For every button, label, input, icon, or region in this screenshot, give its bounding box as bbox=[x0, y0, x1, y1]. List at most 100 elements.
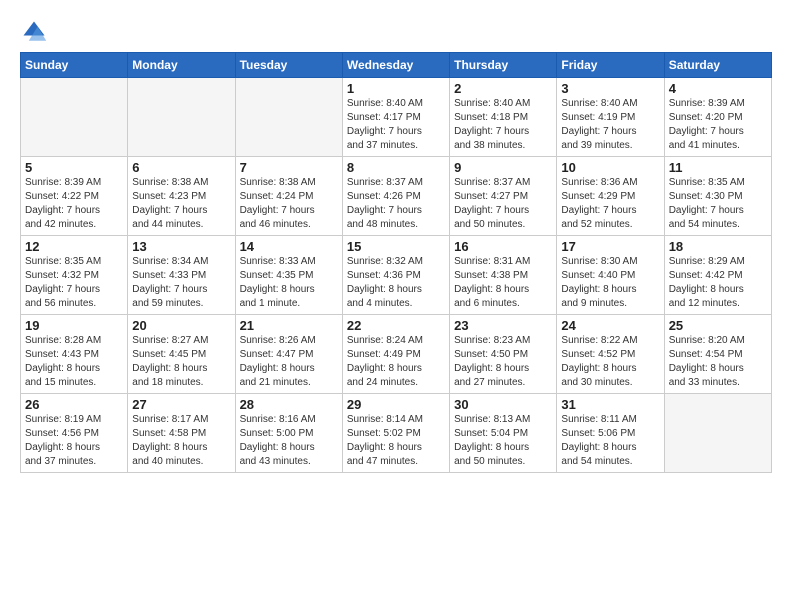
day-detail: Sunrise: 8:20 AM Sunset: 4:54 PM Dayligh… bbox=[669, 334, 767, 390]
calendar-week-row: 1Sunrise: 8:40 AM Sunset: 4:17 PM Daylig… bbox=[21, 78, 772, 157]
day-number: 20 bbox=[132, 318, 230, 333]
weekday-header-monday: Monday bbox=[128, 53, 235, 78]
day-detail: Sunrise: 8:26 AM Sunset: 4:47 PM Dayligh… bbox=[240, 334, 338, 390]
day-detail: Sunrise: 8:38 AM Sunset: 4:23 PM Dayligh… bbox=[132, 176, 230, 232]
weekday-header-thursday: Thursday bbox=[450, 53, 557, 78]
table-row: 5Sunrise: 8:39 AM Sunset: 4:22 PM Daylig… bbox=[21, 157, 128, 236]
day-number: 18 bbox=[669, 239, 767, 254]
day-number: 7 bbox=[240, 160, 338, 175]
table-row: 1Sunrise: 8:40 AM Sunset: 4:17 PM Daylig… bbox=[342, 78, 449, 157]
calendar-week-row: 19Sunrise: 8:28 AM Sunset: 4:43 PM Dayli… bbox=[21, 315, 772, 394]
table-row: 20Sunrise: 8:27 AM Sunset: 4:45 PM Dayli… bbox=[128, 315, 235, 394]
table-row: 13Sunrise: 8:34 AM Sunset: 4:33 PM Dayli… bbox=[128, 236, 235, 315]
day-detail: Sunrise: 8:22 AM Sunset: 4:52 PM Dayligh… bbox=[561, 334, 659, 390]
table-row: 11Sunrise: 8:35 AM Sunset: 4:30 PM Dayli… bbox=[664, 157, 771, 236]
table-row: 30Sunrise: 8:13 AM Sunset: 5:04 PM Dayli… bbox=[450, 394, 557, 473]
table-row bbox=[21, 78, 128, 157]
table-row: 28Sunrise: 8:16 AM Sunset: 5:00 PM Dayli… bbox=[235, 394, 342, 473]
day-detail: Sunrise: 8:23 AM Sunset: 4:50 PM Dayligh… bbox=[454, 334, 552, 390]
day-detail: Sunrise: 8:35 AM Sunset: 4:30 PM Dayligh… bbox=[669, 176, 767, 232]
table-row: 2Sunrise: 8:40 AM Sunset: 4:18 PM Daylig… bbox=[450, 78, 557, 157]
table-row: 22Sunrise: 8:24 AM Sunset: 4:49 PM Dayli… bbox=[342, 315, 449, 394]
day-number: 28 bbox=[240, 397, 338, 412]
table-row: 27Sunrise: 8:17 AM Sunset: 4:58 PM Dayli… bbox=[128, 394, 235, 473]
day-detail: Sunrise: 8:30 AM Sunset: 4:40 PM Dayligh… bbox=[561, 255, 659, 311]
table-row: 21Sunrise: 8:26 AM Sunset: 4:47 PM Dayli… bbox=[235, 315, 342, 394]
table-row: 26Sunrise: 8:19 AM Sunset: 4:56 PM Dayli… bbox=[21, 394, 128, 473]
table-row: 3Sunrise: 8:40 AM Sunset: 4:19 PM Daylig… bbox=[557, 78, 664, 157]
day-number: 25 bbox=[669, 318, 767, 333]
day-detail: Sunrise: 8:29 AM Sunset: 4:42 PM Dayligh… bbox=[669, 255, 767, 311]
weekday-header-sunday: Sunday bbox=[21, 53, 128, 78]
day-number: 8 bbox=[347, 160, 445, 175]
day-number: 13 bbox=[132, 239, 230, 254]
day-detail: Sunrise: 8:13 AM Sunset: 5:04 PM Dayligh… bbox=[454, 413, 552, 469]
day-number: 5 bbox=[25, 160, 123, 175]
calendar-table: SundayMondayTuesdayWednesdayThursdayFrid… bbox=[20, 52, 772, 473]
day-number: 12 bbox=[25, 239, 123, 254]
table-row: 15Sunrise: 8:32 AM Sunset: 4:36 PM Dayli… bbox=[342, 236, 449, 315]
day-detail: Sunrise: 8:14 AM Sunset: 5:02 PM Dayligh… bbox=[347, 413, 445, 469]
table-row: 9Sunrise: 8:37 AM Sunset: 4:27 PM Daylig… bbox=[450, 157, 557, 236]
day-number: 22 bbox=[347, 318, 445, 333]
table-row: 31Sunrise: 8:11 AM Sunset: 5:06 PM Dayli… bbox=[557, 394, 664, 473]
table-row: 25Sunrise: 8:20 AM Sunset: 4:54 PM Dayli… bbox=[664, 315, 771, 394]
day-detail: Sunrise: 8:39 AM Sunset: 4:22 PM Dayligh… bbox=[25, 176, 123, 232]
table-row: 24Sunrise: 8:22 AM Sunset: 4:52 PM Dayli… bbox=[557, 315, 664, 394]
day-number: 1 bbox=[347, 81, 445, 96]
day-detail: Sunrise: 8:40 AM Sunset: 4:18 PM Dayligh… bbox=[454, 97, 552, 153]
table-row: 14Sunrise: 8:33 AM Sunset: 4:35 PM Dayli… bbox=[235, 236, 342, 315]
day-detail: Sunrise: 8:34 AM Sunset: 4:33 PM Dayligh… bbox=[132, 255, 230, 311]
table-row: 17Sunrise: 8:30 AM Sunset: 4:40 PM Dayli… bbox=[557, 236, 664, 315]
day-number: 16 bbox=[454, 239, 552, 254]
day-detail: Sunrise: 8:19 AM Sunset: 4:56 PM Dayligh… bbox=[25, 413, 123, 469]
day-detail: Sunrise: 8:39 AM Sunset: 4:20 PM Dayligh… bbox=[669, 97, 767, 153]
day-detail: Sunrise: 8:32 AM Sunset: 4:36 PM Dayligh… bbox=[347, 255, 445, 311]
day-number: 3 bbox=[561, 81, 659, 96]
weekday-header-wednesday: Wednesday bbox=[342, 53, 449, 78]
table-row: 29Sunrise: 8:14 AM Sunset: 5:02 PM Dayli… bbox=[342, 394, 449, 473]
day-detail: Sunrise: 8:35 AM Sunset: 4:32 PM Dayligh… bbox=[25, 255, 123, 311]
day-number: 29 bbox=[347, 397, 445, 412]
day-number: 10 bbox=[561, 160, 659, 175]
day-number: 24 bbox=[561, 318, 659, 333]
day-number: 2 bbox=[454, 81, 552, 96]
table-row: 4Sunrise: 8:39 AM Sunset: 4:20 PM Daylig… bbox=[664, 78, 771, 157]
day-number: 27 bbox=[132, 397, 230, 412]
day-number: 15 bbox=[347, 239, 445, 254]
day-number: 21 bbox=[240, 318, 338, 333]
logo-icon bbox=[20, 18, 48, 46]
day-number: 30 bbox=[454, 397, 552, 412]
table-row: 6Sunrise: 8:38 AM Sunset: 4:23 PM Daylig… bbox=[128, 157, 235, 236]
day-detail: Sunrise: 8:17 AM Sunset: 4:58 PM Dayligh… bbox=[132, 413, 230, 469]
table-row: 16Sunrise: 8:31 AM Sunset: 4:38 PM Dayli… bbox=[450, 236, 557, 315]
calendar-week-row: 12Sunrise: 8:35 AM Sunset: 4:32 PM Dayli… bbox=[21, 236, 772, 315]
day-detail: Sunrise: 8:36 AM Sunset: 4:29 PM Dayligh… bbox=[561, 176, 659, 232]
day-detail: Sunrise: 8:24 AM Sunset: 4:49 PM Dayligh… bbox=[347, 334, 445, 390]
table-row bbox=[128, 78, 235, 157]
weekday-header-friday: Friday bbox=[557, 53, 664, 78]
calendar-week-row: 26Sunrise: 8:19 AM Sunset: 4:56 PM Dayli… bbox=[21, 394, 772, 473]
day-detail: Sunrise: 8:28 AM Sunset: 4:43 PM Dayligh… bbox=[25, 334, 123, 390]
table-row: 23Sunrise: 8:23 AM Sunset: 4:50 PM Dayli… bbox=[450, 315, 557, 394]
table-row: 18Sunrise: 8:29 AM Sunset: 4:42 PM Dayli… bbox=[664, 236, 771, 315]
day-detail: Sunrise: 8:33 AM Sunset: 4:35 PM Dayligh… bbox=[240, 255, 338, 311]
day-number: 19 bbox=[25, 318, 123, 333]
weekday-header-saturday: Saturday bbox=[664, 53, 771, 78]
day-detail: Sunrise: 8:37 AM Sunset: 4:27 PM Dayligh… bbox=[454, 176, 552, 232]
day-number: 11 bbox=[669, 160, 767, 175]
day-number: 9 bbox=[454, 160, 552, 175]
table-row: 7Sunrise: 8:38 AM Sunset: 4:24 PM Daylig… bbox=[235, 157, 342, 236]
day-detail: Sunrise: 8:40 AM Sunset: 4:17 PM Dayligh… bbox=[347, 97, 445, 153]
weekday-header-row: SundayMondayTuesdayWednesdayThursdayFrid… bbox=[21, 53, 772, 78]
table-row: 19Sunrise: 8:28 AM Sunset: 4:43 PM Dayli… bbox=[21, 315, 128, 394]
logo bbox=[20, 18, 52, 46]
day-detail: Sunrise: 8:11 AM Sunset: 5:06 PM Dayligh… bbox=[561, 413, 659, 469]
day-number: 26 bbox=[25, 397, 123, 412]
header bbox=[20, 18, 772, 46]
day-detail: Sunrise: 8:27 AM Sunset: 4:45 PM Dayligh… bbox=[132, 334, 230, 390]
day-detail: Sunrise: 8:38 AM Sunset: 4:24 PM Dayligh… bbox=[240, 176, 338, 232]
table-row bbox=[664, 394, 771, 473]
day-number: 4 bbox=[669, 81, 767, 96]
table-row: 8Sunrise: 8:37 AM Sunset: 4:26 PM Daylig… bbox=[342, 157, 449, 236]
